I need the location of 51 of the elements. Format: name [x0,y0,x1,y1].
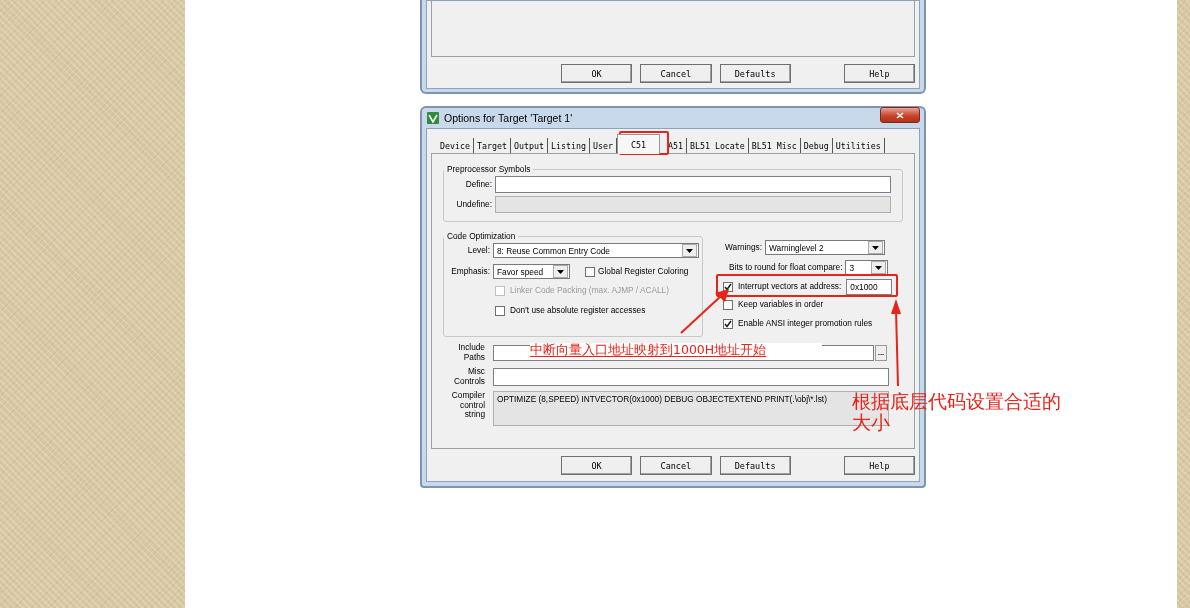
dialog-button[interactable]: Cancel [640,64,712,83]
dialog-button[interactable]: Defaults [719,64,791,83]
dialog-button[interactable]: Help [843,456,915,475]
annotation-text: 根据底层代码设置合适的大小 [852,391,1062,434]
checkbox[interactable] [585,266,595,277]
field-label: Level: [466,245,490,256]
app-icon [427,112,439,124]
caret-icon [875,265,883,270]
field-label: Misc Controls [453,367,485,387]
text-field[interactable] [495,176,891,193]
browse-button[interactable]: ... [875,344,887,361]
dialog-button[interactable]: OK [561,456,633,475]
field-label: Define: [464,179,492,190]
annotation-overlay: 中断向量入口地址映射到1000H地址开始 [530,343,822,357]
text-field[interactable]: 0x1000 [846,279,893,295]
caret-icon [872,245,880,250]
checkbox-label: Interrupt vectors at address: [738,282,842,292]
checkbox-label: Global Register Coloring [598,266,689,277]
close-button[interactable] [880,107,920,123]
highlight-box [619,131,669,155]
checkbox[interactable] [495,306,505,316]
checkbox-label: Enable ANSI integer promotion rules [738,319,873,329]
field-label: Include Paths [457,343,485,363]
text-field[interactable] [493,367,889,386]
arrow [679,288,731,336]
dialog-button[interactable]: Help [843,64,915,83]
checkbox[interactable] [723,319,733,329]
caret-icon [557,269,564,274]
dialog-button[interactable]: OK [561,64,633,83]
caret-icon [686,248,693,253]
field-label: Compiler control string [450,391,485,420]
dropdown[interactable]: 8: Reuse Common Entry Code [493,243,699,258]
check-icon [724,283,732,291]
field-label: Bits to round for float compare: [729,262,843,273]
checkbox-label: Linker Code Packing (max. AJMP / ACALL) [510,286,669,296]
check-icon [724,320,732,328]
window-title: Options for Target 'Target 1' [444,112,574,124]
tab[interactable]: C51 [616,134,660,154]
dialog-button[interactable]: Defaults [719,456,791,475]
dropdown[interactable]: Favor speed [493,264,570,279]
group-title: Code Optimization [446,231,517,241]
close-icon [896,111,904,119]
checkbox-label: Keep variables in order [738,300,824,310]
group-title: Preprocessor Symbols [446,164,532,174]
dialog-button[interactable]: Cancel [640,456,712,475]
checkbox-label: Don't use absolute register accesses [510,306,646,316]
dropdown[interactable]: Warninglevel 2 [765,240,886,255]
field-label: Warnings: [725,242,763,253]
checkbox[interactable] [723,300,733,310]
field-label: Undefine: [455,199,492,210]
field-label: Emphasis: [450,266,490,277]
